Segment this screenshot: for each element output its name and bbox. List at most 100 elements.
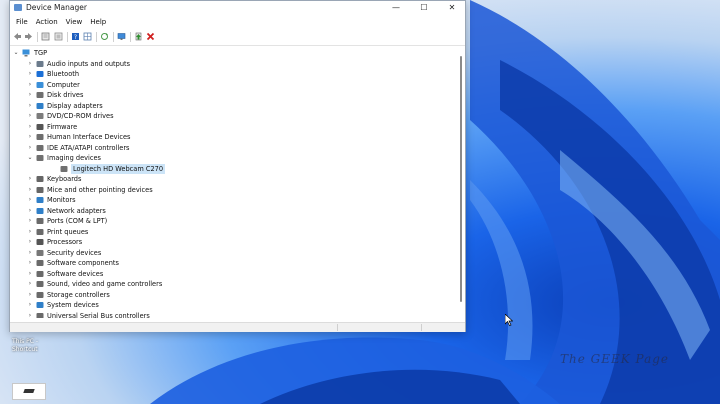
- chevron-right-icon[interactable]: ›: [27, 143, 33, 153]
- chevron-right-icon[interactable]: ›: [27, 111, 33, 121]
- tree-category-item[interactable]: › Universal Serial Bus controllers: [10, 311, 450, 319]
- tree-category-label: Mice and other pointing devices: [47, 185, 153, 194]
- status-divider: [337, 324, 338, 331]
- tree-category-item[interactable]: › Security devices: [10, 248, 450, 258]
- chevron-right-icon[interactable]: ›: [27, 101, 33, 111]
- tree-category-item[interactable]: › Keyboards: [10, 174, 450, 184]
- tree-category-item[interactable]: › Network adapters: [10, 206, 450, 216]
- port-icon: [36, 218, 44, 224]
- tree-category-label: Keyboards: [47, 175, 82, 183]
- tree-category-item[interactable]: › DVD/CD-ROM drives: [10, 111, 450, 121]
- software-device-icon: [36, 270, 44, 277]
- mouse-cursor-icon: [505, 314, 513, 326]
- help-icon[interactable]: ?: [71, 32, 80, 41]
- toolbar: ?: [10, 29, 465, 46]
- menu-file[interactable]: File: [12, 16, 32, 28]
- scrollbar-thumb[interactable]: [460, 56, 462, 302]
- tree-category-item[interactable]: › Storage controllers: [10, 290, 450, 300]
- tree-category-item[interactable]: › Disk drives: [10, 90, 450, 100]
- tree-category-label: Storage controllers: [47, 290, 110, 299]
- tree-category-item[interactable]: › Mice and other pointing devices: [10, 185, 450, 195]
- update-driver-icon[interactable]: [134, 32, 143, 41]
- device-manager-window: Device Manager — ☐ ✕ File Action View Help …: [9, 0, 466, 332]
- tree-category-item[interactable]: › IDE ATA/ATAPI controllers: [10, 143, 450, 153]
- tree-category-item[interactable]: › Sound, video and game controllers: [10, 279, 450, 289]
- software-component-icon: [36, 260, 44, 266]
- uninstall-icon[interactable]: [146, 32, 155, 41]
- chevron-right-icon[interactable]: ›: [27, 279, 33, 289]
- minimize-button[interactable]: —: [382, 1, 410, 15]
- tree-category-item[interactable]: › System devices: [10, 300, 450, 310]
- tree-category-item[interactable]: ⌄ Imaging devices: [10, 153, 450, 163]
- tree-category-label: Audio inputs and outputs: [47, 59, 131, 68]
- tree-category-label: Disk drives: [47, 91, 84, 99]
- tree-root[interactable]: ⌄ TGP: [10, 48, 450, 58]
- tree-category-item[interactable]: › Print queues: [10, 227, 450, 237]
- camera-icon: [36, 155, 44, 161]
- menu-help[interactable]: Help: [86, 16, 110, 28]
- tree-category-item[interactable]: › Software devices: [10, 269, 450, 279]
- tree-category-item[interactable]: › Monitors: [10, 195, 450, 205]
- tree-category-label: Network adapters: [47, 206, 106, 215]
- chevron-right-icon[interactable]: ›: [27, 311, 33, 319]
- grid-icon[interactable]: [83, 32, 92, 41]
- disk-icon: [36, 92, 44, 98]
- tree-category-item[interactable]: › Computer: [10, 80, 450, 90]
- tree-category-item[interactable]: › Ports (COM & LPT): [10, 216, 450, 226]
- tree-device-item[interactable]: Logitech HD Webcam C270: [10, 163, 450, 174]
- chevron-right-icon[interactable]: ›: [27, 122, 33, 132]
- chevron-right-icon[interactable]: ›: [27, 69, 33, 79]
- svg-text:?: ?: [74, 34, 77, 41]
- chevron-right-icon[interactable]: ›: [27, 90, 33, 100]
- properties-icon[interactable]: [41, 32, 50, 41]
- show-hidden-icon[interactable]: [54, 32, 63, 41]
- tree-category-item[interactable]: › Human Interface Devices: [10, 132, 450, 142]
- vertical-scrollbar[interactable]: [458, 46, 465, 318]
- chevron-right-icon[interactable]: ›: [27, 132, 33, 142]
- chevron-right-icon[interactable]: ›: [27, 258, 33, 268]
- status-bar: [10, 322, 465, 332]
- chevron-right-icon[interactable]: ›: [27, 174, 33, 184]
- menu-view[interactable]: View: [62, 16, 87, 28]
- chevron-right-icon[interactable]: ›: [27, 80, 33, 90]
- chevron-right-icon[interactable]: ›: [27, 227, 33, 237]
- chevron-right-icon[interactable]: ›: [27, 237, 33, 247]
- tree-category-item[interactable]: › Software components: [10, 258, 450, 268]
- refresh-icon[interactable]: [100, 32, 109, 41]
- back-icon[interactable]: [13, 32, 22, 41]
- desktop-icon-this-pc[interactable]: This PC - Shortcut: [12, 338, 46, 354]
- chevron-right-icon[interactable]: ›: [27, 195, 33, 205]
- chevron-down-icon[interactable]: ⌄: [27, 153, 33, 163]
- forward-icon[interactable]: [24, 32, 33, 41]
- title-bar[interactable]: Device Manager — ☐ ✕: [10, 1, 465, 15]
- tree-category-label: Firmware: [47, 122, 78, 131]
- tree-category-label: Software components: [47, 259, 119, 267]
- tree-category-label: Universal Serial Bus controllers: [47, 311, 150, 319]
- usb-icon: [36, 312, 44, 318]
- monitor-icon[interactable]: [117, 32, 126, 41]
- chevron-right-icon[interactable]: ›: [27, 216, 33, 226]
- close-button[interactable]: ✕: [438, 1, 466, 15]
- security-icon: [36, 249, 44, 256]
- toolbar-separator: [96, 32, 97, 42]
- chevron-right-icon[interactable]: ›: [27, 206, 33, 216]
- network-icon: [36, 207, 44, 214]
- chevron-right-icon[interactable]: ›: [27, 185, 33, 195]
- chevron-right-icon[interactable]: ›: [27, 59, 33, 69]
- tree-category-item[interactable]: › Audio inputs and outputs: [10, 59, 450, 69]
- tree-category-item[interactable]: › Bluetooth: [10, 69, 450, 79]
- firmware-icon: [36, 123, 44, 130]
- chevron-right-icon[interactable]: ›: [27, 269, 33, 279]
- chevron-down-icon[interactable]: ⌄: [13, 48, 19, 58]
- menu-action[interactable]: Action: [32, 16, 62, 28]
- tree-category-item[interactable]: › Firmware: [10, 122, 450, 132]
- taskbar-shortcut-icon[interactable]: [12, 383, 46, 400]
- chevron-right-icon[interactable]: ›: [27, 300, 33, 310]
- tree-category-item[interactable]: › Display adapters: [10, 101, 450, 111]
- chevron-right-icon[interactable]: ›: [27, 248, 33, 258]
- chevron-right-icon[interactable]: ›: [27, 290, 33, 300]
- hid-icon: [36, 134, 44, 140]
- tree-category-item[interactable]: › Processors: [10, 237, 450, 247]
- tree-category-label: Computer: [47, 80, 80, 89]
- maximize-button[interactable]: ☐: [410, 1, 438, 15]
